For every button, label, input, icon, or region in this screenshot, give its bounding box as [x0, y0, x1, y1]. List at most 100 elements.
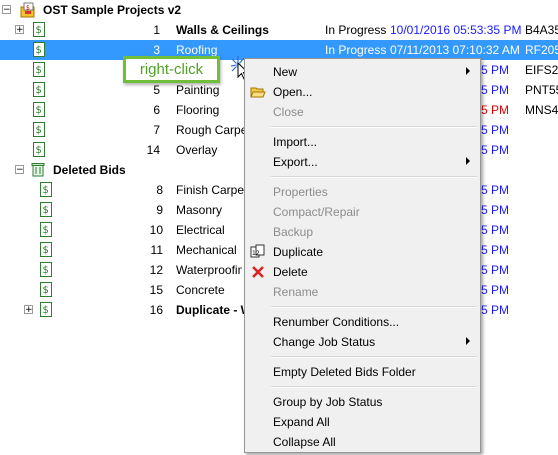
row-name: Rough Carpentry: [176, 123, 244, 137]
menu-item-label: Rename: [273, 285, 319, 299]
svg-text:$: $: [36, 85, 42, 96]
svg-text:12: 12: [252, 250, 260, 257]
svg-text:$: $: [43, 245, 49, 256]
collapse-toggle[interactable]: −: [2, 5, 11, 15]
menu-item-duplicate[interactable]: 12 Duplicate: [245, 242, 480, 262]
menu-item-change-job-status[interactable]: Change Job Status: [245, 332, 480, 352]
right-click-callout: right-click: [123, 56, 220, 83]
row-name: Electrical: [176, 223, 225, 237]
bid-document-icon: $: [33, 22, 45, 37]
menu-item-properties[interactable]: Properties: [245, 182, 480, 202]
menu-item-new[interactable]: New: [245, 62, 480, 82]
row-name: Waterproofing: [176, 263, 242, 277]
tree-row[interactable]: + $ 1 Walls & Ceilings In Progress 10/01…: [0, 20, 558, 40]
row-name: Masonry: [176, 203, 223, 217]
menu-item-open[interactable]: Open...: [245, 82, 480, 102]
row-number: 3: [153, 43, 160, 57]
menu-item-empty-deleted-bids[interactable]: Empty Deleted Bids Folder: [245, 362, 480, 382]
trash-bin-icon: [31, 162, 45, 177]
submenu-arrow-icon: [466, 337, 470, 345]
row-date: 5 PM: [481, 283, 510, 297]
menu-item-label: Renumber Conditions...: [273, 315, 400, 329]
row-number: 5: [153, 83, 160, 97]
menu-item-backup[interactable]: Backup: [245, 222, 480, 242]
menu-item-label: Duplicate: [273, 245, 324, 259]
row-name: Duplicate - W: [176, 303, 244, 317]
row-number: 9: [156, 203, 163, 217]
menu-item-collapse-all[interactable]: Collapse All: [245, 432, 480, 452]
row-date: 5 PM: [481, 203, 510, 217]
menu-item-label: Open...: [273, 85, 313, 99]
menu-item-label: Collapse All: [273, 435, 336, 449]
row-number: 16: [149, 303, 163, 317]
row-code: MNS48: [525, 103, 558, 117]
menu-item-export[interactable]: Export...: [245, 152, 480, 172]
menu-item-expand-all[interactable]: Expand All: [245, 412, 480, 432]
tree-group-projects[interactable]: − $ OST Sample Projects v2: [0, 0, 558, 20]
row-date: 5 PM: [481, 223, 510, 237]
menu-item-label: Close: [273, 105, 304, 119]
submenu-arrow-icon: [466, 157, 470, 165]
bid-document-icon: $: [33, 62, 45, 77]
menu-item-label: Change Job Status: [273, 335, 376, 349]
row-code: EIFS25: [525, 63, 558, 77]
row-number: 15: [149, 283, 163, 297]
bid-document-icon: $: [33, 102, 45, 117]
row-number: 8: [156, 183, 163, 197]
row-code: B4A35: [525, 23, 558, 37]
row-code: RF205: [525, 43, 558, 57]
menu-item-renumber-conditions[interactable]: Renumber Conditions...: [245, 312, 480, 332]
row-status: In Progress: [325, 43, 387, 57]
menu-item-close[interactable]: Close: [245, 102, 480, 122]
submenu-arrow-icon: [466, 67, 470, 75]
svg-text:$: $: [36, 25, 42, 36]
delete-x-icon: [250, 264, 266, 280]
bid-document-icon: $: [40, 282, 52, 297]
row-date: 5 PM: [481, 123, 510, 137]
row-name: Flooring: [176, 103, 220, 117]
svg-text:$: $: [43, 265, 49, 276]
row-number: 7: [153, 123, 160, 137]
row-name: Painting: [176, 83, 220, 97]
menu-separator: [271, 356, 477, 358]
bid-document-icon: $: [40, 242, 52, 257]
row-name: Roofing: [176, 43, 218, 57]
row-code: PNT55: [525, 83, 558, 97]
bid-document-icon: $: [33, 42, 45, 57]
menu-item-label: Export...: [273, 155, 318, 169]
folder-open-icon: [250, 84, 266, 100]
row-name: Overlay: [176, 143, 218, 157]
svg-text:$: $: [43, 205, 49, 216]
expand-toggle[interactable]: +: [15, 25, 24, 35]
row-date: 10/01/2016 05:53:35 PM: [390, 23, 522, 37]
menu-item-rename[interactable]: Rename: [245, 282, 480, 302]
svg-text:$: $: [36, 65, 42, 76]
svg-text:$: $: [43, 225, 49, 236]
row-number: 10: [149, 223, 163, 237]
collapse-toggle[interactable]: −: [15, 165, 24, 175]
tree-row-selected[interactable]: $ 3 Roofing In Progress 07/11/2013 07:10…: [0, 40, 558, 60]
bid-document-icon: $: [33, 82, 45, 97]
bid-document-icon: $: [33, 142, 45, 157]
menu-item-label: Backup: [273, 225, 314, 239]
menu-item-delete[interactable]: Delete: [245, 262, 480, 282]
row-name: Concrete: [176, 283, 225, 297]
menu-item-import[interactable]: Import...: [245, 132, 480, 152]
duplicate-icon: 12: [250, 244, 266, 260]
menu-item-label: Expand All: [273, 415, 330, 429]
project-database-icon: $: [20, 2, 35, 18]
svg-text:$: $: [36, 45, 42, 56]
menu-separator: [271, 126, 477, 128]
group-label: Deleted Bids: [53, 163, 126, 177]
menu-item-label: New: [273, 65, 298, 79]
menu-item-group-by-job-status[interactable]: Group by Job Status: [245, 392, 480, 412]
bid-document-icon: $: [40, 222, 52, 237]
row-number: 12: [149, 263, 163, 277]
row-number: 1: [153, 23, 160, 37]
menu-item-compact-repair[interactable]: Compact/Repair: [245, 202, 480, 222]
row-number: 14: [146, 143, 160, 157]
row-name: Walls & Ceilings: [176, 23, 269, 37]
menu-item-label: Empty Deleted Bids Folder: [273, 365, 416, 379]
expand-toggle[interactable]: +: [24, 305, 33, 315]
row-date: 5 PM: [481, 83, 510, 97]
